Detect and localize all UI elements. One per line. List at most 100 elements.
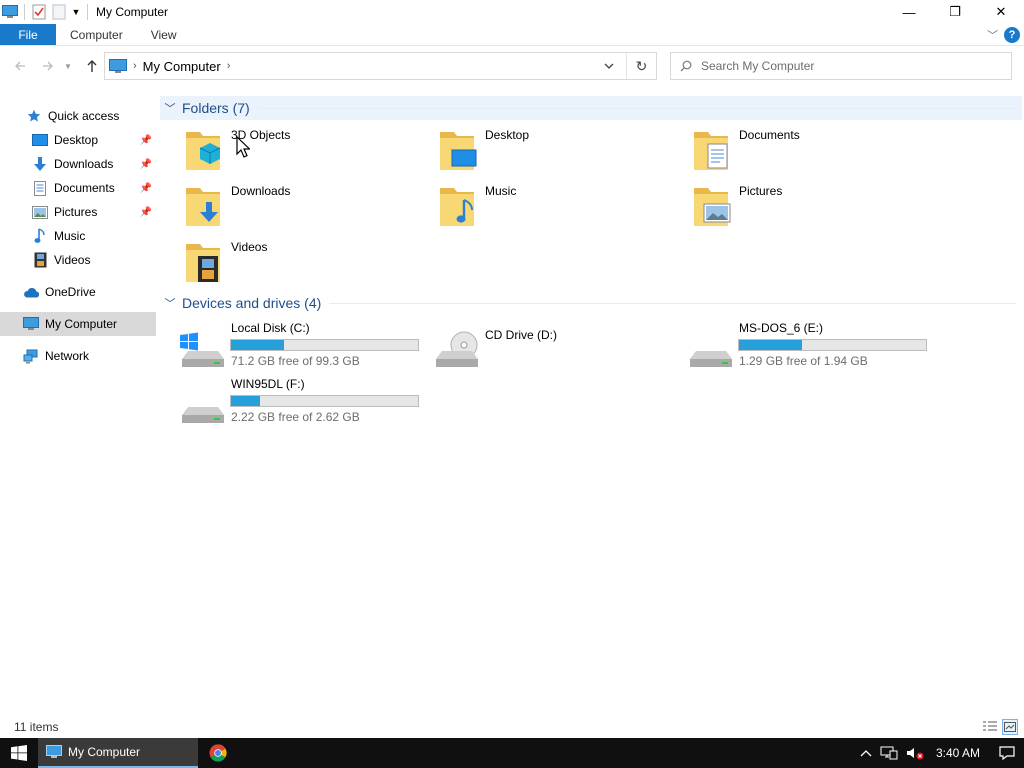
- folder-documents[interactable]: Documents: [688, 124, 938, 174]
- windows-drive-icon: [180, 329, 226, 369]
- taskbar-app-chrome[interactable]: [198, 738, 238, 768]
- sidebar-item-desktop[interactable]: Desktop 📌: [0, 128, 156, 152]
- tab-computer[interactable]: Computer: [56, 24, 137, 45]
- folder-music[interactable]: Music: [434, 180, 684, 230]
- folder-label: Pictures: [739, 184, 783, 198]
- expand-ribbon-icon[interactable]: ﹀: [987, 27, 998, 43]
- close-button[interactable]: ✕: [978, 0, 1024, 24]
- computer-icon: [46, 745, 62, 759]
- group-title: Folders (7): [182, 100, 250, 116]
- forward-button[interactable]: [36, 54, 60, 78]
- sidebar-item-videos[interactable]: Videos: [0, 248, 156, 272]
- details-view-icon[interactable]: [982, 719, 998, 735]
- star-icon: [26, 108, 42, 124]
- folder-downloads[interactable]: Downloads: [180, 180, 430, 230]
- pin-icon[interactable]: 📌: [140, 135, 152, 146]
- breadcrumb-chevron-icon[interactable]: ›: [133, 60, 137, 72]
- folder-label: Downloads: [231, 184, 291, 198]
- document-icon: [32, 180, 48, 196]
- sidebar-item-network[interactable]: Network: [0, 344, 156, 368]
- download-arrow-icon: [32, 156, 48, 172]
- pin-icon[interactable]: 📌: [140, 207, 152, 218]
- sidebar-item-documents[interactable]: Documents 📌: [0, 176, 156, 200]
- folder-label: Videos: [231, 240, 268, 254]
- folder-downloads-icon: [180, 180, 226, 230]
- sidebar-item-downloads[interactable]: Downloads 📌: [0, 152, 156, 176]
- folder-videos[interactable]: Videos: [180, 236, 430, 286]
- restore-button[interactable]: ❐: [932, 0, 978, 24]
- folder-pictures[interactable]: Pictures: [688, 180, 938, 230]
- refresh-icon[interactable]: ↻: [626, 53, 656, 79]
- picture-icon: [32, 204, 48, 220]
- search-icon: [671, 60, 701, 72]
- drive-free-space: 71.2 GB free of 99.3 GB: [231, 354, 360, 368]
- clock[interactable]: 3:40 AM: [928, 738, 990, 768]
- sidebar-item-pictures[interactable]: Pictures 📌: [0, 200, 156, 224]
- large-icons-view-icon[interactable]: [1002, 719, 1018, 735]
- pin-icon[interactable]: 📌: [140, 159, 152, 170]
- search-box[interactable]: [670, 52, 1012, 80]
- search-input[interactable]: [701, 59, 991, 73]
- new-folder-icon[interactable]: [49, 0, 69, 24]
- quick-access-toolbar: ▼: [0, 0, 92, 24]
- folder-desktop[interactable]: Desktop: [434, 124, 684, 174]
- item-count: 11 items: [14, 720, 59, 734]
- network-status-icon[interactable]: [876, 738, 902, 768]
- group-header-devices[interactable]: ﹀ Devices and drives (4): [160, 291, 1022, 315]
- pin-icon[interactable]: 📌: [140, 183, 152, 194]
- folder-music-icon: [434, 180, 480, 230]
- folder-3d-objects[interactable]: 3D Objects: [180, 124, 430, 174]
- group-title: Devices and drives (4): [182, 295, 322, 311]
- back-button[interactable]: [8, 54, 32, 78]
- sidebar-item-label: Quick access: [48, 109, 120, 123]
- show-hidden-icons-icon[interactable]: [856, 738, 876, 768]
- help-icon[interactable]: ?: [1004, 27, 1020, 43]
- group-header-folders[interactable]: ﹀ Folders (7): [160, 96, 1022, 120]
- action-center-icon[interactable]: [990, 738, 1024, 768]
- ribbon-tabs: File Computer View ﹀ ?: [0, 24, 1024, 46]
- recent-locations-button[interactable]: ▼: [60, 54, 76, 78]
- folder-label: Music: [485, 184, 517, 198]
- drive-free-space: 1.29 GB free of 1.94 GB: [739, 354, 868, 368]
- folder-label: Documents: [739, 128, 800, 142]
- drive-e[interactable]: MS-DOS_6 (E:) 1.29 GB free of 1.94 GB: [688, 321, 938, 377]
- breadcrumb-my-computer[interactable]: My Computer: [143, 59, 221, 74]
- sidebar-item-quick-access[interactable]: Quick access: [0, 104, 156, 128]
- drive-d[interactable]: CD Drive (D:): [434, 321, 684, 377]
- drive-usage-fill: [231, 340, 284, 350]
- drive-usage-bar: [230, 339, 419, 351]
- network-icon: [23, 348, 39, 364]
- properties-icon[interactable]: [29, 0, 49, 24]
- folder-label: Desktop: [485, 128, 530, 142]
- collapse-chevron-icon[interactable]: ﹀: [160, 295, 180, 311]
- drive-c[interactable]: Local Disk (C:) 71.2 GB free of 99.3 GB: [180, 321, 430, 377]
- drive-f[interactable]: WIN95DL (F:) 2.22 GB free of 2.62 GB: [180, 377, 430, 433]
- sidebar-item-onedrive[interactable]: OneDrive: [0, 280, 156, 304]
- tab-view[interactable]: View: [137, 24, 191, 45]
- address-bar[interactable]: › My Computer › ↻: [104, 52, 657, 80]
- film-icon: [32, 252, 48, 268]
- content-pane: ﹀ Folders (7) 3D Objects Desktop Documen…: [160, 96, 1024, 706]
- sidebar-item-music[interactable]: Music: [0, 224, 156, 248]
- collapse-chevron-icon[interactable]: ﹀: [160, 100, 180, 116]
- folder-desktop-icon: [434, 124, 480, 174]
- volume-muted-icon[interactable]: [902, 738, 928, 768]
- sidebar-item-label: Documents: [54, 181, 115, 195]
- taskbar-app-my-computer[interactable]: My Computer: [38, 738, 198, 768]
- customize-toolbar-icon[interactable]: ▼: [69, 0, 83, 24]
- folder-videos-icon: [180, 236, 226, 286]
- minimize-button[interactable]: —: [886, 0, 932, 24]
- drive-usage-fill: [231, 396, 260, 406]
- computer-icon: [109, 58, 127, 74]
- breadcrumb-chevron-icon[interactable]: ›: [227, 60, 231, 72]
- up-button[interactable]: [80, 54, 104, 78]
- sidebar-item-my-computer[interactable]: My Computer: [0, 312, 156, 336]
- status-bar: 11 items: [0, 716, 1024, 738]
- tab-file[interactable]: File: [0, 24, 56, 45]
- start-button[interactable]: [0, 738, 38, 768]
- drive-label: Local Disk (C:): [231, 321, 310, 335]
- folder-documents-icon: [688, 124, 734, 174]
- address-dropdown-icon[interactable]: [598, 53, 620, 79]
- sidebar-item-label: Network: [45, 349, 90, 363]
- computer-icon[interactable]: [0, 0, 20, 24]
